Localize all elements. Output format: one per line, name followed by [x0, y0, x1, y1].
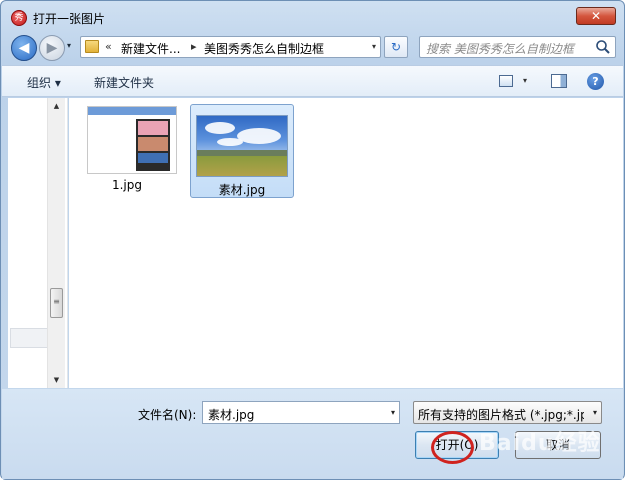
breadcrumb-item[interactable]: 新建文件... [121, 40, 180, 57]
app-icon: 秀 [11, 10, 27, 26]
filename-dropdown-icon[interactable]: ▾ [391, 408, 395, 417]
breadcrumb-separator[interactable]: ▸ [191, 40, 197, 53]
address-dropdown-icon[interactable]: ▾ [372, 42, 376, 51]
open-file-dialog: 秀 打开一张图片 ✕ ◀ ▶ ▾ « 新建文件... ▸ 美图秀秀怎么自制边框 … [0, 0, 625, 480]
filename-value: 素材.jpg [208, 408, 255, 422]
preview-pane-icon[interactable] [551, 74, 567, 88]
recent-pages-dropdown[interactable]: ▾ [67, 41, 71, 50]
filename-label: 文件名(N): [138, 408, 197, 422]
highlight-annotation-circle [431, 431, 474, 464]
breadcrumb-overflow[interactable]: « [105, 40, 112, 53]
command-toolbar: 组织 ▾ 新建文件夹 ▾ ? [2, 65, 623, 97]
file-item-sucai[interactable]: 素材.jpg [190, 104, 294, 198]
scroll-down-icon[interactable]: ▼ [48, 372, 65, 388]
file-list[interactable]: 1.jpg 素材.jpg [69, 98, 623, 388]
file-item-1jpg[interactable]: 1.jpg [75, 102, 179, 198]
search-placeholder: 搜索 美图秀秀怎么自制边框 [426, 42, 574, 56]
address-bar[interactable]: « 新建文件... ▸ 美图秀秀怎么自制边框 ▾ [80, 36, 381, 58]
file-type-select[interactable]: 所有支持的图片格式 (*.jpg;*.jp ▾ [413, 401, 602, 424]
navigation-pane-item[interactable] [10, 328, 50, 348]
navigation-scrollbar[interactable]: ▲ ≡ ▼ [47, 98, 65, 388]
image-thumbnail [87, 106, 177, 174]
folder-icon [85, 40, 99, 53]
view-dropdown-icon[interactable]: ▾ [523, 76, 527, 85]
view-icon[interactable] [499, 75, 513, 87]
dialog-title: 打开一张图片 [33, 12, 106, 26]
file-type-dropdown-icon[interactable]: ▾ [593, 408, 597, 417]
title-bar: 秀 打开一张图片 ✕ [1, 1, 624, 33]
help-icon[interactable]: ? [587, 73, 604, 90]
forward-arrow-icon[interactable]: ▶ [39, 35, 65, 61]
search-icon[interactable] [595, 39, 611, 55]
scroll-up-icon[interactable]: ▲ [48, 98, 65, 114]
organize-button[interactable]: 组织 ▾ [27, 74, 61, 91]
image-thumbnail [196, 115, 288, 177]
breadcrumb-item[interactable]: 美图秀秀怎么自制边框 [204, 40, 324, 57]
refresh-icon[interactable]: ↻ [384, 36, 408, 58]
file-name: 素材.jpg [218, 183, 266, 197]
file-type-value: 所有支持的图片格式 (*.jpg;*.jp [418, 408, 584, 422]
filename-input[interactable]: 素材.jpg ▾ [202, 401, 400, 424]
file-name: 1.jpg [111, 178, 143, 192]
back-arrow-icon[interactable]: ◀ [11, 35, 37, 61]
watermark-logo: Baidu经验 [479, 431, 601, 456]
new-folder-button[interactable]: 新建文件夹 [94, 74, 154, 91]
search-input[interactable]: 搜索 美图秀秀怎么自制边框 [419, 36, 616, 58]
close-button[interactable]: ✕ [576, 7, 616, 25]
scroll-thumb[interactable]: ≡ [50, 288, 63, 318]
